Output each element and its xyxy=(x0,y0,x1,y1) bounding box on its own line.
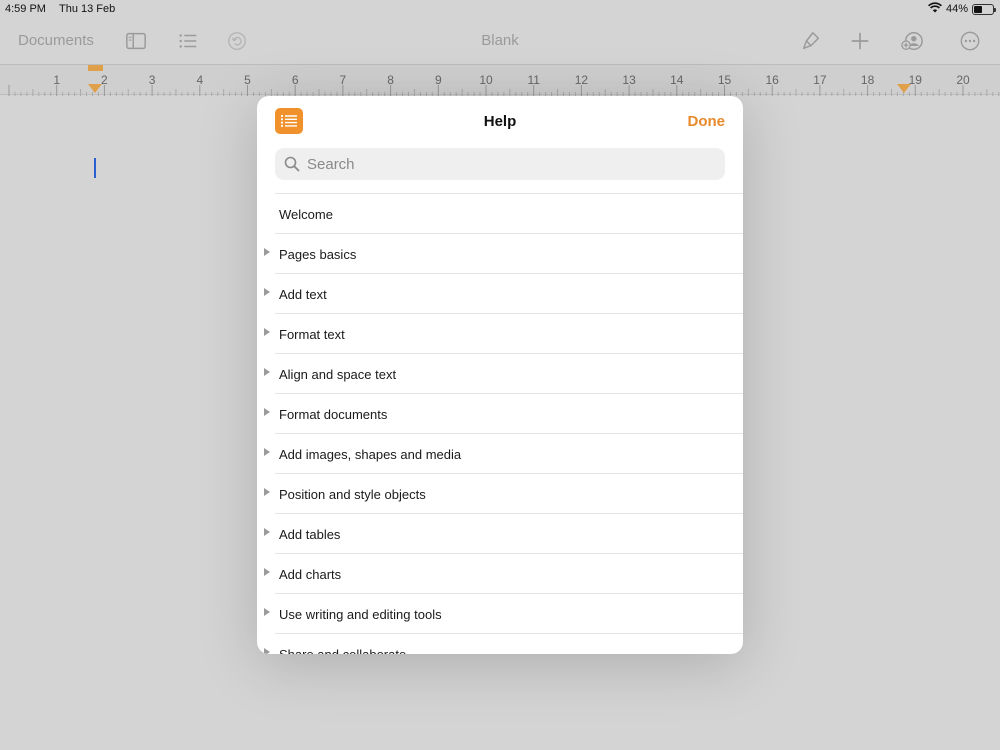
help-topic-label: Align and space text xyxy=(279,367,397,382)
help-topic-item[interactable]: Welcome xyxy=(275,193,743,233)
help-topic-item[interactable]: Add text xyxy=(264,273,743,313)
disclosure-triangle-icon[interactable] xyxy=(264,368,270,376)
ruler[interactable]: 1 2 3 4 5 6 7 8 9 10 11 12 13 14 15 16 17 18 19 20 xyxy=(0,64,1000,96)
help-topic-item[interactable]: Position and style objects xyxy=(264,473,743,513)
help-topics-list: Welcome Pages basics Add text Format text Al… xyxy=(257,193,743,654)
disclosure-triangle-icon[interactable] xyxy=(264,448,270,456)
help-topic-label: Use writing and editing tools xyxy=(279,607,442,622)
paintbrush-icon[interactable] xyxy=(798,28,824,54)
disclosure-triangle-icon[interactable] xyxy=(264,248,270,256)
right-indent-marker[interactable] xyxy=(897,84,911,93)
battery-percent: 44% xyxy=(945,3,968,15)
help-topic-label: Pages basics xyxy=(279,247,357,262)
disclosure-triangle-icon[interactable] xyxy=(264,408,270,416)
help-topic-item[interactable]: Add images, shapes and media xyxy=(264,433,743,473)
help-topic-label: Format text xyxy=(279,327,345,342)
status-bar: 4:59 PM Thu 13 Feb 44% xyxy=(0,0,1000,18)
left-indent-marker[interactable] xyxy=(88,84,102,93)
plus-icon[interactable] xyxy=(847,28,873,54)
help-topic-item[interactable]: Pages basics xyxy=(264,233,743,273)
status-right: 44% xyxy=(928,2,996,16)
help-title: Help xyxy=(483,113,517,130)
help-topic-label: Welcome xyxy=(279,207,333,222)
status-date: Thu 13 Feb xyxy=(59,3,116,15)
help-popover: Help Done Welcome Pages basics Add text For… xyxy=(257,96,743,654)
battery-icon xyxy=(972,3,996,15)
help-topic-item[interactable]: Format text xyxy=(264,313,743,353)
help-topic-label: Add text xyxy=(279,287,327,302)
search-field[interactable] xyxy=(275,148,725,180)
help-topic-label: Add charts xyxy=(279,567,342,582)
collaborate-icon[interactable] xyxy=(899,28,925,54)
disclosure-triangle-icon[interactable] xyxy=(264,568,270,576)
text-cursor xyxy=(94,158,96,178)
help-header: Help Done xyxy=(257,96,743,146)
disclosure-triangle-icon[interactable] xyxy=(264,608,270,616)
search-input[interactable] xyxy=(307,155,707,173)
help-topic-item[interactable]: Use writing and editing tools xyxy=(264,593,743,633)
disclosure-triangle-icon[interactable] xyxy=(264,648,270,654)
wifi-icon xyxy=(928,2,942,16)
help-topic-label: Add tables xyxy=(279,527,341,542)
help-topic-label: Format documents xyxy=(279,407,388,422)
help-topic-label: Position and style objects xyxy=(279,487,426,502)
status-time: 4:59 PM xyxy=(5,3,46,15)
first-line-indent-marker[interactable] xyxy=(88,65,103,71)
help-topic-label: Share and collaborate xyxy=(279,647,406,654)
search-icon xyxy=(281,156,303,172)
help-topic-item[interactable]: Add charts xyxy=(264,553,743,593)
ruler-markers xyxy=(88,65,911,93)
disclosure-triangle-icon[interactable] xyxy=(264,488,270,496)
help-topic-item[interactable]: Share and collaborate xyxy=(264,633,743,654)
more-icon[interactable] xyxy=(957,28,983,54)
help-topic-item[interactable]: Add tables xyxy=(264,513,743,553)
done-button[interactable]: Done xyxy=(688,113,726,130)
help-topic-label: Add images, shapes and media xyxy=(279,447,462,462)
help-topic-item[interactable]: Format documents xyxy=(264,393,743,433)
help-topic-item[interactable]: Align and space text xyxy=(264,353,743,393)
app-toolbar: Documents Blank xyxy=(0,18,1000,64)
disclosure-triangle-icon[interactable] xyxy=(264,288,270,296)
disclosure-triangle-icon[interactable] xyxy=(264,328,270,336)
disclosure-triangle-icon[interactable] xyxy=(264,528,270,536)
